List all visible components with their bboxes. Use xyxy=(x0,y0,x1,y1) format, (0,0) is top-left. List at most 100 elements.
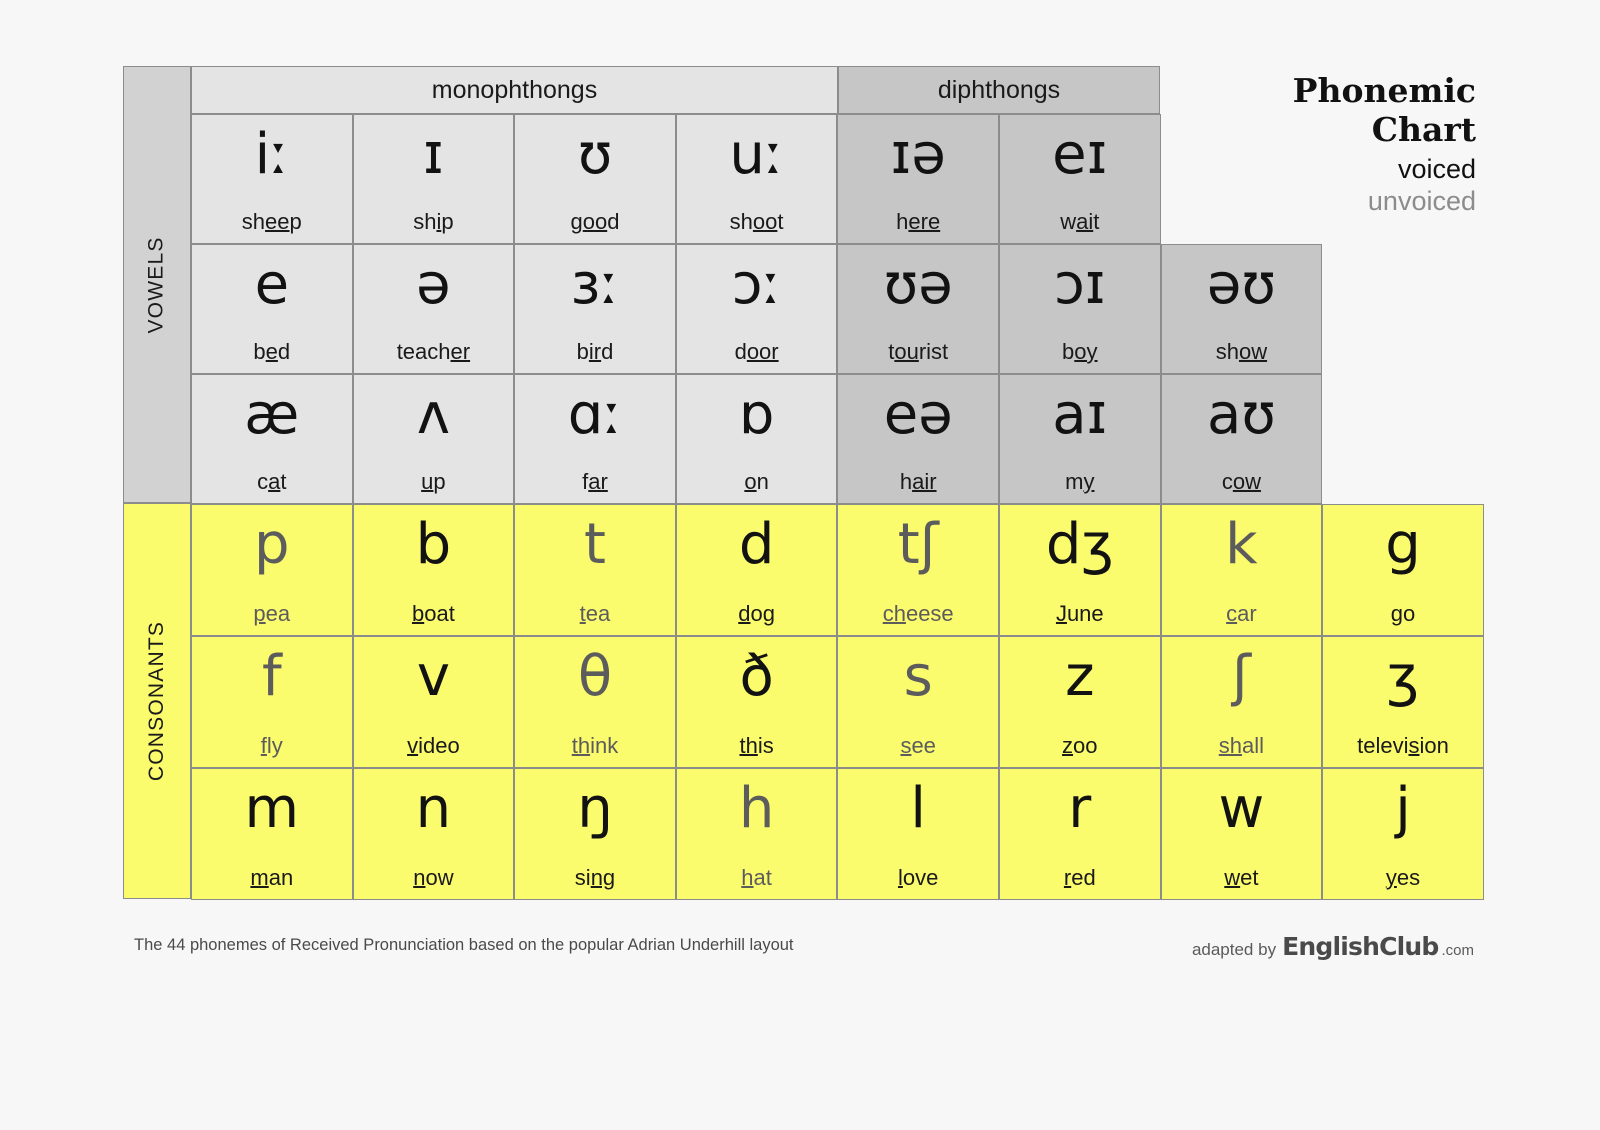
phoneme-symbol: w xyxy=(1218,776,1265,841)
phoneme-cell-ʊə[interactable]: ʊə tourist xyxy=(837,244,999,374)
phoneme-cell-tʃ[interactable]: tʃ cheese xyxy=(837,504,999,636)
phoneme-cell-aɪ[interactable]: aɪ my xyxy=(999,374,1161,504)
phoneme-cell-ɜ-long[interactable]: ɜː bird xyxy=(514,244,676,374)
phoneme-symbol: ɔː xyxy=(731,252,782,317)
example-word: red xyxy=(1063,865,1096,890)
phoneme-cell-b[interactable]: b boat xyxy=(352,504,515,636)
phoneme-cell-ɑ-long[interactable]: ɑː far xyxy=(514,374,676,504)
englishclub-logo: EnglishClub xyxy=(1282,932,1439,961)
example-word: door xyxy=(734,339,779,364)
phoneme-cell-ʌ[interactable]: ʌ up xyxy=(352,374,515,504)
phoneme-cell-p[interactable]: p pea xyxy=(191,504,353,636)
phoneme-symbol: əʊ xyxy=(1206,252,1276,317)
phoneme-cell-ŋ[interactable]: ŋ sing xyxy=(514,768,676,900)
example-word: ship xyxy=(413,209,454,234)
example-word: think xyxy=(571,733,619,758)
example-word: shall xyxy=(1218,733,1265,758)
example-word: now xyxy=(413,865,454,890)
phoneme-cell-d[interactable]: d dog xyxy=(675,504,838,636)
phoneme-cell-θ[interactable]: θ think xyxy=(514,636,676,768)
phoneme-cell-i-long[interactable]: iː sheep xyxy=(191,114,353,244)
phoneme-symbol: t xyxy=(584,512,606,577)
example-word: boat xyxy=(411,601,455,626)
phoneme-symbol: ʌ xyxy=(416,382,450,447)
phoneme-symbol: b xyxy=(415,512,452,577)
phoneme-cell-ɪə[interactable]: ɪə here xyxy=(837,114,999,244)
phoneme-symbol: tʃ xyxy=(897,512,939,577)
phoneme-cell-ɪ[interactable]: ɪ ship xyxy=(352,114,515,244)
header-monophthongs: monophthongs xyxy=(191,66,838,114)
phoneme-cell-e[interactable]: e bed xyxy=(191,244,353,374)
phoneme-cell-j[interactable]: j yes xyxy=(1322,768,1484,900)
vowels-label-text: VOWELS xyxy=(145,235,168,334)
example-word: pea xyxy=(253,601,291,626)
example-word: boy xyxy=(1062,339,1098,364)
phoneme-cell-u-long[interactable]: uː shoot xyxy=(675,114,838,244)
phoneme-symbol: ʊ xyxy=(577,122,613,187)
phoneme-symbol: s xyxy=(903,644,933,709)
phoneme-symbol: j xyxy=(1395,776,1411,841)
example-word: tourist xyxy=(888,339,949,364)
phoneme-cell-ʒ[interactable]: ʒ television xyxy=(1322,636,1484,768)
phoneme-symbol: ə xyxy=(416,252,451,317)
phoneme-symbol: ŋ xyxy=(577,776,613,841)
footer-note: The 44 phonemes of Received Pronunciatio… xyxy=(134,936,794,954)
phoneme-cell-t[interactable]: t tea xyxy=(514,504,676,636)
phoneme-symbol: ɑː xyxy=(567,382,623,447)
example-word: bird xyxy=(576,339,614,364)
chart-grid: VOWELS CONSONANTS monophthongs diphthong… xyxy=(123,66,1484,900)
example-word: go xyxy=(1390,601,1416,626)
phoneme-symbol: eə xyxy=(883,382,953,447)
phoneme-cell-g[interactable]: g go xyxy=(1322,504,1484,636)
phoneme-cell-m[interactable]: m man xyxy=(191,768,353,900)
phoneme-symbol: r xyxy=(1068,776,1092,841)
example-word: good xyxy=(570,209,620,234)
phoneme-symbol: k xyxy=(1225,512,1258,577)
phoneme-cell-əʊ[interactable]: əʊ show xyxy=(1160,244,1323,374)
footer-credit: adapted by EnglishClub .com xyxy=(1192,932,1474,961)
example-word: show xyxy=(1215,339,1268,364)
phoneme-symbol: ʒ xyxy=(1386,644,1420,709)
phoneme-cell-eɪ[interactable]: eɪ wait xyxy=(999,114,1161,244)
phoneme-cell-w[interactable]: w wet xyxy=(1160,768,1323,900)
phoneme-symbol: θ xyxy=(577,644,613,709)
phoneme-cell-l[interactable]: l love xyxy=(837,768,999,900)
phoneme-cell-f[interactable]: f fly xyxy=(191,636,353,768)
phoneme-cell-k[interactable]: k car xyxy=(1160,504,1323,636)
phoneme-symbol: aɪ xyxy=(1052,382,1108,447)
phoneme-cell-eə[interactable]: eə hair xyxy=(837,374,999,504)
phoneme-symbol: m xyxy=(244,776,300,841)
phoneme-cell-dʒ[interactable]: dʒ June xyxy=(999,504,1161,636)
credit-prefix: adapted by xyxy=(1191,940,1277,959)
phoneme-cell-ɒ[interactable]: ɒ on xyxy=(675,374,838,504)
phoneme-cell-ɔɪ[interactable]: ɔɪ boy xyxy=(999,244,1161,374)
example-word: cat xyxy=(257,469,287,494)
phoneme-symbol: ɜː xyxy=(570,252,620,317)
consonants-label-text: CONSONANTS xyxy=(145,620,168,782)
example-word: see xyxy=(900,733,936,758)
phoneme-cell-v[interactable]: v video xyxy=(352,636,515,768)
example-word: bed xyxy=(253,339,291,364)
phoneme-cell-aʊ[interactable]: aʊ cow xyxy=(1160,374,1323,504)
phoneme-cell-ʊ[interactable]: ʊ good xyxy=(514,114,676,244)
example-word: fly xyxy=(260,733,283,758)
example-word: sheep xyxy=(241,209,302,234)
phoneme-cell-z[interactable]: z zoo xyxy=(999,636,1161,768)
phoneme-symbol: d xyxy=(738,512,775,577)
example-word: up xyxy=(421,469,446,494)
phoneme-cell-n[interactable]: n now xyxy=(352,768,515,900)
phoneme-cell-ɔ-long[interactable]: ɔː door xyxy=(675,244,838,374)
phoneme-cell-ə[interactable]: ə teacher xyxy=(352,244,515,374)
phoneme-cell-æ[interactable]: æ cat xyxy=(191,374,353,504)
example-word: June xyxy=(1055,601,1104,626)
example-word: sing xyxy=(574,865,616,890)
example-word: zoo xyxy=(1062,733,1098,758)
example-word: car xyxy=(1226,601,1257,626)
phoneme-cell-ʃ[interactable]: ʃ shall xyxy=(1160,636,1323,768)
phoneme-cell-s[interactable]: s see xyxy=(837,636,999,768)
phoneme-symbol: v xyxy=(416,644,450,709)
phoneme-cell-ð[interactable]: ð this xyxy=(675,636,838,768)
phoneme-cell-h[interactable]: h hat xyxy=(675,768,838,900)
phoneme-cell-r[interactable]: r red xyxy=(999,768,1161,900)
example-word: love xyxy=(898,865,939,890)
